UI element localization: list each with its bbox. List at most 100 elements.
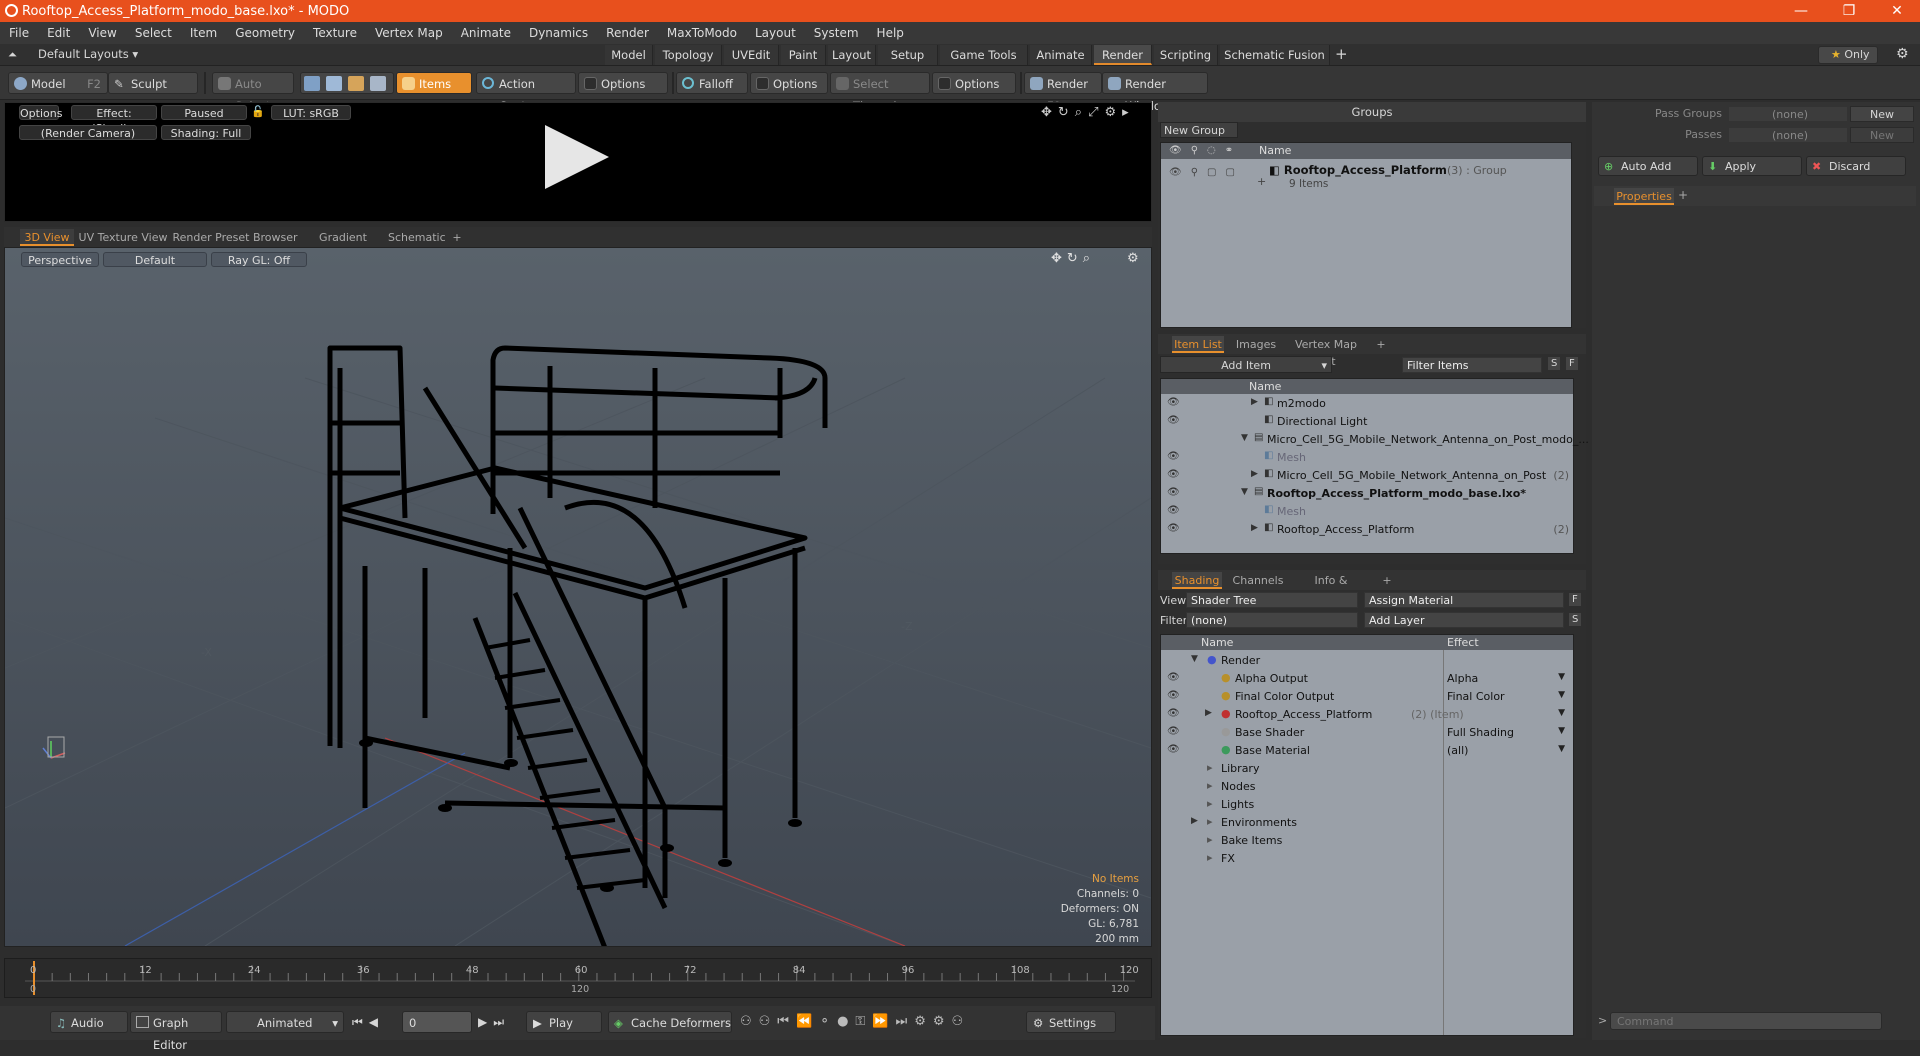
menu-geometry[interactable]: Geometry xyxy=(226,26,304,40)
collapse-arrow-icon[interactable]: ▼ xyxy=(1191,654,1198,664)
list-item[interactable]: 👁 ◧ Mesh xyxy=(1161,449,1571,467)
effect-dropdown-icon[interactable]: ▼ xyxy=(1558,708,1565,718)
passes-new-button[interactable]: New xyxy=(1850,127,1914,143)
shading-dropdown[interactable]: Shading: Full xyxy=(161,125,251,140)
animated-dropdown[interactable]: Animated ▾ xyxy=(226,1011,344,1033)
shader-tree-row[interactable]: ▸ Library xyxy=(1161,760,1571,778)
layer-effect[interactable]: Final Color xyxy=(1447,690,1505,703)
layout-tab-game-tools[interactable]: Game Tools xyxy=(940,45,1028,65)
viewport-tab-uv-texture-view[interactable]: UV Texture View xyxy=(78,229,168,246)
menu-maxtomodo[interactable]: MaxToModo xyxy=(658,26,746,40)
shading-filter-dropdown[interactable]: (none) xyxy=(1186,612,1358,628)
maximize-button[interactable]: ❐ xyxy=(1826,0,1872,22)
minimize-button[interactable]: — xyxy=(1778,0,1824,22)
menu-vertex-map[interactable]: Vertex Map xyxy=(366,26,452,40)
play-button[interactable]: ▶ Play xyxy=(526,1011,602,1033)
layout-tab-render[interactable]: Render xyxy=(1094,45,1152,65)
viewport-tab-render-preset-browser[interactable]: Render Preset Browser xyxy=(172,229,298,246)
sculpt-button[interactable]: ✎ Sculpt xyxy=(108,72,198,94)
menu-select[interactable]: Select xyxy=(126,26,181,40)
expand-arrow-icon[interactable]: ▶ xyxy=(1191,816,1198,826)
menu-animate[interactable]: Animate xyxy=(452,26,520,40)
action-center-button[interactable]: Action Center xyxy=(476,72,576,113)
vertices-mode-icon[interactable] xyxy=(304,76,320,91)
pass-groups-dropdown[interactable]: (none) xyxy=(1728,106,1848,122)
preview-options-button[interactable]: Options xyxy=(19,105,62,120)
tab-info-statistics[interactable]: Info & Statistics xyxy=(1290,572,1372,604)
view-dropdown[interactable]: Shader Tree xyxy=(1186,592,1358,608)
expand-arrow-icon[interactable]: ▶ xyxy=(1251,523,1258,533)
menu-help[interactable]: Help xyxy=(868,26,913,40)
falloff-options-button[interactable]: Options xyxy=(750,72,828,94)
items-mode-button[interactable]: Items xyxy=(396,72,472,94)
group-name[interactable]: ◧ Rooftop_Access_Platform xyxy=(1269,163,1447,177)
action-center-options-button[interactable]: Options xyxy=(578,72,668,94)
layout-tab-setup[interactable]: Setup xyxy=(878,45,938,65)
visibility-eye-icon[interactable]: 👁 xyxy=(1167,726,1180,737)
menu-item[interactable]: Item xyxy=(181,26,226,40)
visibility-eye-icon[interactable]: 👁 xyxy=(1167,744,1180,755)
frame-input[interactable]: 0 xyxy=(402,1011,472,1033)
falloff-button[interactable]: Falloff xyxy=(676,72,748,94)
layout-selector[interactable]: Default Layouts ▾ xyxy=(38,47,138,61)
layout-up-icon[interactable]: ⏶ xyxy=(8,48,17,62)
visibility-eye-icon[interactable]: 👁 xyxy=(1167,690,1180,701)
layout-tab-paint[interactable]: Paint xyxy=(781,45,826,65)
preview-view-controls[interactable]: ✥↻⌕⤢⚙▸ xyxy=(1041,105,1135,120)
new-group-button[interactable]: New Group xyxy=(1160,122,1238,138)
shader-tree-row[interactable]: ▶ ▸ Environments xyxy=(1161,814,1571,832)
materials-mode-icon[interactable] xyxy=(370,76,386,91)
layout-tab-schematic-fusion[interactable]: Schematic Fusion xyxy=(1220,45,1330,65)
only-toggle[interactable]: ★ Only xyxy=(1818,46,1878,64)
layer-effect[interactable]: Alpha xyxy=(1447,672,1478,685)
list-item[interactable]: 👁 ▶ ◧ Micro_Cell_5G_Mobile_Network_Antenna_… xyxy=(1161,467,1571,485)
shader-tree-row[interactable]: ▸ FX xyxy=(1161,850,1571,868)
paused-button[interactable]: Paused xyxy=(161,105,247,120)
effect-dropdown-icon[interactable]: ▼ xyxy=(1558,744,1565,754)
filter-s-button[interactable]: S xyxy=(1548,357,1561,370)
add-layout-button[interactable]: + xyxy=(1335,45,1348,63)
render-window-button[interactable]: Render Window xyxy=(1102,72,1208,113)
effect-dropdown-icon[interactable]: ▼ xyxy=(1558,672,1565,682)
select-through-options-button[interactable]: Options xyxy=(932,72,1016,94)
command-input[interactable] xyxy=(1611,1013,1881,1029)
visibility-eye-icon[interactable]: 👁 xyxy=(1167,672,1180,683)
close-button[interactable]: ✕ xyxy=(1874,0,1920,22)
effect-dropdown[interactable]: Effect: (Shadi... xyxy=(71,105,157,135)
shader-tree-row[interactable]: ▸ Lights xyxy=(1161,796,1571,814)
shader-tree-row[interactable]: ▼ ● Render xyxy=(1161,652,1571,670)
shader-tree-row[interactable]: ▸ Bake Items xyxy=(1161,832,1571,850)
apply-button[interactable]: ⬇ Apply xyxy=(1702,156,1802,176)
tab-properties[interactable]: Properties xyxy=(1614,188,1674,205)
passes-dropdown[interactable]: (none) xyxy=(1728,127,1848,143)
layout-tab-uvedit[interactable]: UVEdit xyxy=(724,45,779,65)
model-mode-button[interactable]: Model F2 xyxy=(8,72,108,94)
layout-tab-topology[interactable]: Topology xyxy=(655,45,722,65)
effect-dropdown-icon[interactable]: ▼ xyxy=(1558,690,1565,700)
menu-file[interactable]: File xyxy=(0,26,38,40)
auto-add-button[interactable]: ⊕ Auto Add xyxy=(1598,156,1698,176)
gear-icon[interactable]: ⚙ xyxy=(1896,46,1909,62)
shader-tree-row[interactable]: 👁 ● Base Shader Full Shading ▼ xyxy=(1161,724,1571,742)
tab-add[interactable]: + xyxy=(1380,572,1394,589)
menu-edit[interactable]: Edit xyxy=(38,26,79,40)
command-field[interactable] xyxy=(1610,1012,1882,1030)
menu-dynamics[interactable]: Dynamics xyxy=(520,26,597,40)
play-icon[interactable] xyxy=(545,125,609,189)
cache-deformers-button[interactable]: ◈ Cache Deformers xyxy=(608,1011,732,1033)
expand-arrow-icon[interactable]: ▶ xyxy=(1205,708,1212,718)
3d-viewport[interactable]: Perspective Default Ray GL: Off ✥↻⌕ ⚙ -X… xyxy=(4,247,1152,947)
visibility-eye-icon[interactable]: 👁 xyxy=(1167,415,1180,426)
visibility-eye-icon[interactable]: 👁 xyxy=(1167,487,1180,498)
graph-editor-button[interactable]: Graph Editor xyxy=(130,1011,222,1052)
visibility-eye-icon[interactable]: 👁 xyxy=(1167,451,1180,462)
layout-tab-model[interactable]: Model xyxy=(605,45,653,65)
list-item[interactable]: 👁 ▶ ◧ m2modo xyxy=(1161,395,1571,413)
list-item[interactable]: ▼ ▤ Micro_Cell_5G_Mobile_Network_Antenna_o… xyxy=(1161,431,1589,449)
layout-tab-layout[interactable]: Layout xyxy=(828,45,876,65)
visibility-eye-icon[interactable]: 👁 xyxy=(1167,505,1180,516)
key-controls[interactable]: ⚇⚇⏮⏪⚬●⚿⏩⏭⚙⚙⚇ xyxy=(740,1014,970,1029)
render-button[interactable]: Render F9 xyxy=(1024,72,1102,113)
menu-layout[interactable]: Layout xyxy=(746,26,805,40)
pass-groups-new-button[interactable]: New xyxy=(1850,106,1914,122)
